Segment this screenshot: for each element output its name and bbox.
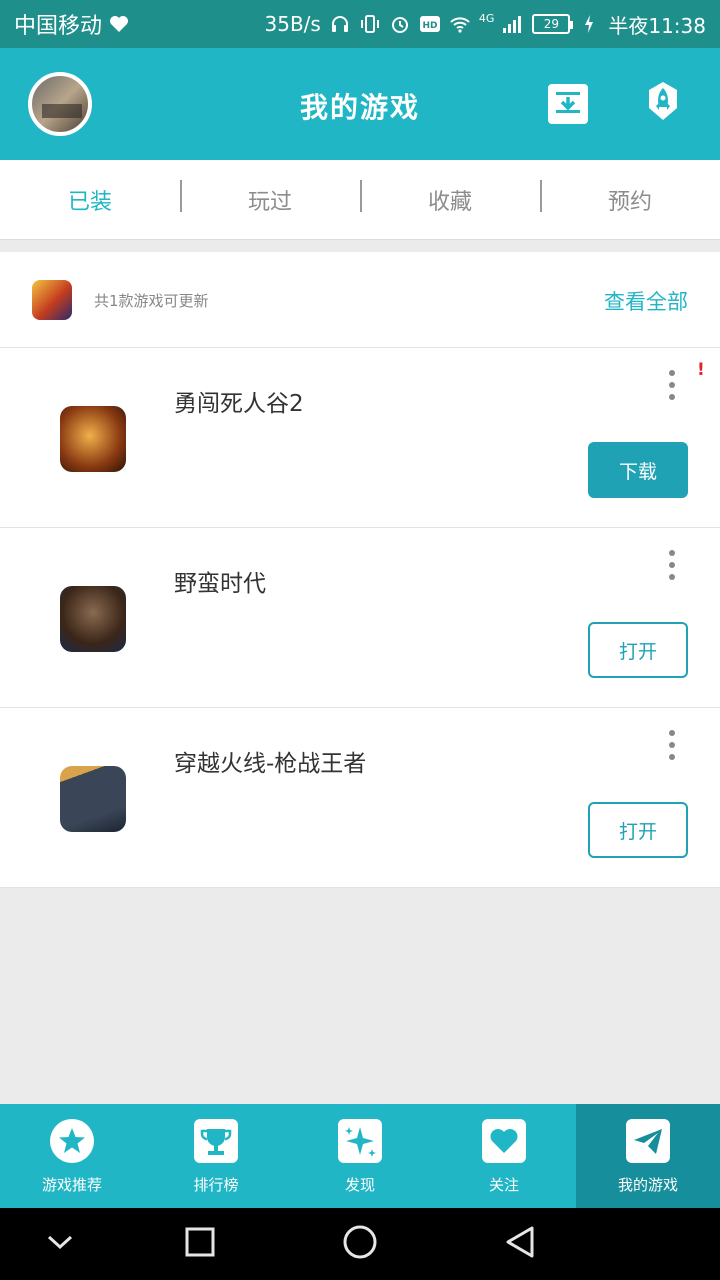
download-button[interactable]: 下载 [588,442,688,498]
collapse-button[interactable] [42,1226,78,1262]
update-game-icon [32,280,72,320]
tab-favorites[interactable]: 收藏 [360,179,540,216]
page-title: 我的游戏 [299,91,420,124]
app-bar: 我的游戏 [0,48,720,160]
list-item[interactable]: 勇闯死人谷2 ! 下载 [0,348,720,528]
star-icon [49,1118,95,1164]
svg-text:HD: HD [422,21,437,31]
nav-label: 发现 [344,1176,375,1194]
network-type: 4G [478,11,495,25]
system-navigation-bar [0,1208,720,1280]
alert-badge: ! [697,360,705,380]
heart-health-icon [108,13,130,35]
rocket-icon [643,80,683,126]
chevron-down-icon [45,1232,75,1256]
game-title: 野蛮时代 [174,571,266,597]
nav-label: 关注 [488,1176,519,1194]
paper-plane-icon [625,1118,671,1164]
clock: 半夜11:38 [608,13,706,38]
heart-icon [481,1118,527,1164]
more-options-icon[interactable] [660,370,684,400]
speedup-button[interactable] [642,82,684,124]
installed-game-list: 勇闯死人谷2 ! 下载 野蛮时代 打开 穿越火线-枪战王者 打开 [0,348,720,888]
circle-icon [342,1224,378,1264]
nav-item-my-games[interactable]: 我的游戏 [576,1104,720,1208]
open-button[interactable]: 打开 [588,622,688,678]
more-options-icon[interactable] [660,730,684,760]
tab-played[interactable]: 玩过 [180,179,360,216]
status-bar: 中国移动 35B/s HD 4G 29 半夜11:38 [0,0,720,48]
game-icon [60,586,126,652]
bottom-navigation: 游戏推荐 排行榜 发现 关注 我的游戏 [0,1104,720,1208]
game-tabs: 已装 玩过 收藏 预约 [0,160,720,240]
battery-icon: 29 [532,14,574,34]
nav-item-recommended[interactable]: 游戏推荐 [0,1104,144,1208]
wifi-icon [449,13,471,35]
headphones-icon [329,13,351,35]
sparkle-icon [337,1118,383,1164]
carrier-label: 中国移动 [14,14,103,39]
update-notice[interactable]: 共1款游戏可更新 查看全部 [0,252,720,348]
tab-reserved[interactable]: 预约 [540,179,720,216]
nav-label: 我的游戏 [617,1176,678,1194]
download-icon [554,89,582,119]
game-icon [60,406,126,472]
hd-icon: HD [419,13,441,35]
signal-icon [502,13,524,35]
view-all-link[interactable]: 查看全部 [604,286,688,316]
recent-apps-button[interactable] [182,1226,218,1262]
triangle-back-icon [504,1225,536,1263]
vibrate-icon [359,13,381,35]
nav-item-follow[interactable]: 关注 [432,1104,576,1208]
tab-installed[interactable]: 已装 [0,184,180,216]
charging-icon [578,13,600,35]
square-icon [184,1226,216,1262]
battery-level: 29 [543,17,559,31]
network-speed: 35B/s [264,12,321,36]
nav-label: 游戏推荐 [41,1176,102,1194]
game-title: 勇闯死人谷2 [174,391,304,417]
list-item[interactable]: 穿越火线-枪战王者 打开 [0,708,720,888]
nav-item-discover[interactable]: 发现 [288,1104,432,1208]
more-options-icon[interactable] [660,550,684,580]
game-icon [60,766,126,832]
nav-label: 排行榜 [193,1176,239,1194]
back-button[interactable] [502,1226,538,1262]
alarm-icon [389,13,411,35]
home-button[interactable] [342,1224,378,1264]
trophy-icon [193,1118,239,1164]
update-count-text: 共1款游戏可更新 [94,292,209,310]
nav-item-ranking[interactable]: 排行榜 [144,1104,288,1208]
list-item[interactable]: 野蛮时代 打开 [0,528,720,708]
open-button[interactable]: 打开 [588,802,688,858]
download-manager-button[interactable] [548,84,588,124]
game-title: 穿越火线-枪战王者 [174,751,367,777]
